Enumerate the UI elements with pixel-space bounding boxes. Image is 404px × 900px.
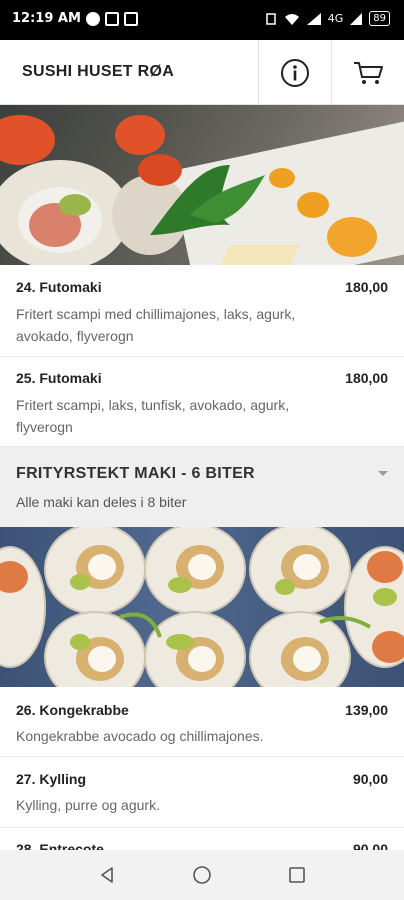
status-bar: 12:19 AM 4G 89 [0,0,404,40]
notification-icon [123,11,138,26]
item-description: Kylling, purre og agurk. [16,797,160,813]
notification-icon [104,11,119,26]
info-circle-icon [281,58,309,87]
item-description: Kongekrabbe avocado og chillimajones. [16,728,264,744]
notification-icon [85,11,100,26]
vibrate-icon [265,12,276,25]
menu-item[interactable]: 25. Futomaki 180,00 Fritert scampi, laks… [0,357,404,447]
chevron-down-icon [378,471,388,476]
category-title: FRITYRSTEKT MAKI - 6 BITER [16,465,255,482]
back-triangle-icon[interactable] [98,866,116,884]
battery-indicator: 89 [369,11,390,26]
info-button[interactable] [258,40,331,105]
status-time: 12:19 AM [12,11,81,26]
category-header[interactable]: FRITYRSTEKT MAKI - 6 BITER Alle maki kan… [0,447,404,527]
restaurant-title: SUSHI HUSET RØA [22,63,175,80]
item-price: 180,00 [345,279,388,295]
item-price: 139,00 [345,702,388,718]
category-subtitle: Alle maki kan deles i 8 biter [16,494,187,510]
futomaki-photo [0,105,404,265]
item-price: 180,00 [345,370,388,386]
menu-item[interactable]: 26. Kongekrabbe 139,00 Kongekrabbe avoca… [0,687,404,757]
wifi-icon [284,13,299,25]
system-nav-bar [0,850,404,900]
app-bar: SUSHI HUSET RØA [0,40,404,105]
item-name: 24. Futomaki [16,279,102,295]
cart-icon [354,61,383,84]
home-circle-icon[interactable] [192,865,212,885]
item-description: Fritert scampi med chillimajones, laks, … [16,306,296,344]
fried-maki-photo [0,527,404,687]
item-name: 25. Futomaki [16,370,102,386]
menu-item[interactable]: 27. Kylling 90,00 Kylling, purre og agur… [0,757,404,828]
signal-icon [306,12,321,25]
recents-square-icon[interactable] [288,866,306,884]
item-name: 27. Kylling [16,771,87,787]
item-name: 26. Kongekrabbe [16,702,129,718]
item-description: Fritert scampi, laks, tunfisk, avokado, … [16,397,290,435]
network-label: 4G [327,12,344,25]
signal-icon [350,12,363,25]
menu-item[interactable]: 24. Futomaki 180,00 Fritert scampi med c… [0,265,404,357]
item-price: 90,00 [352,771,388,787]
cart-button[interactable] [331,40,404,105]
